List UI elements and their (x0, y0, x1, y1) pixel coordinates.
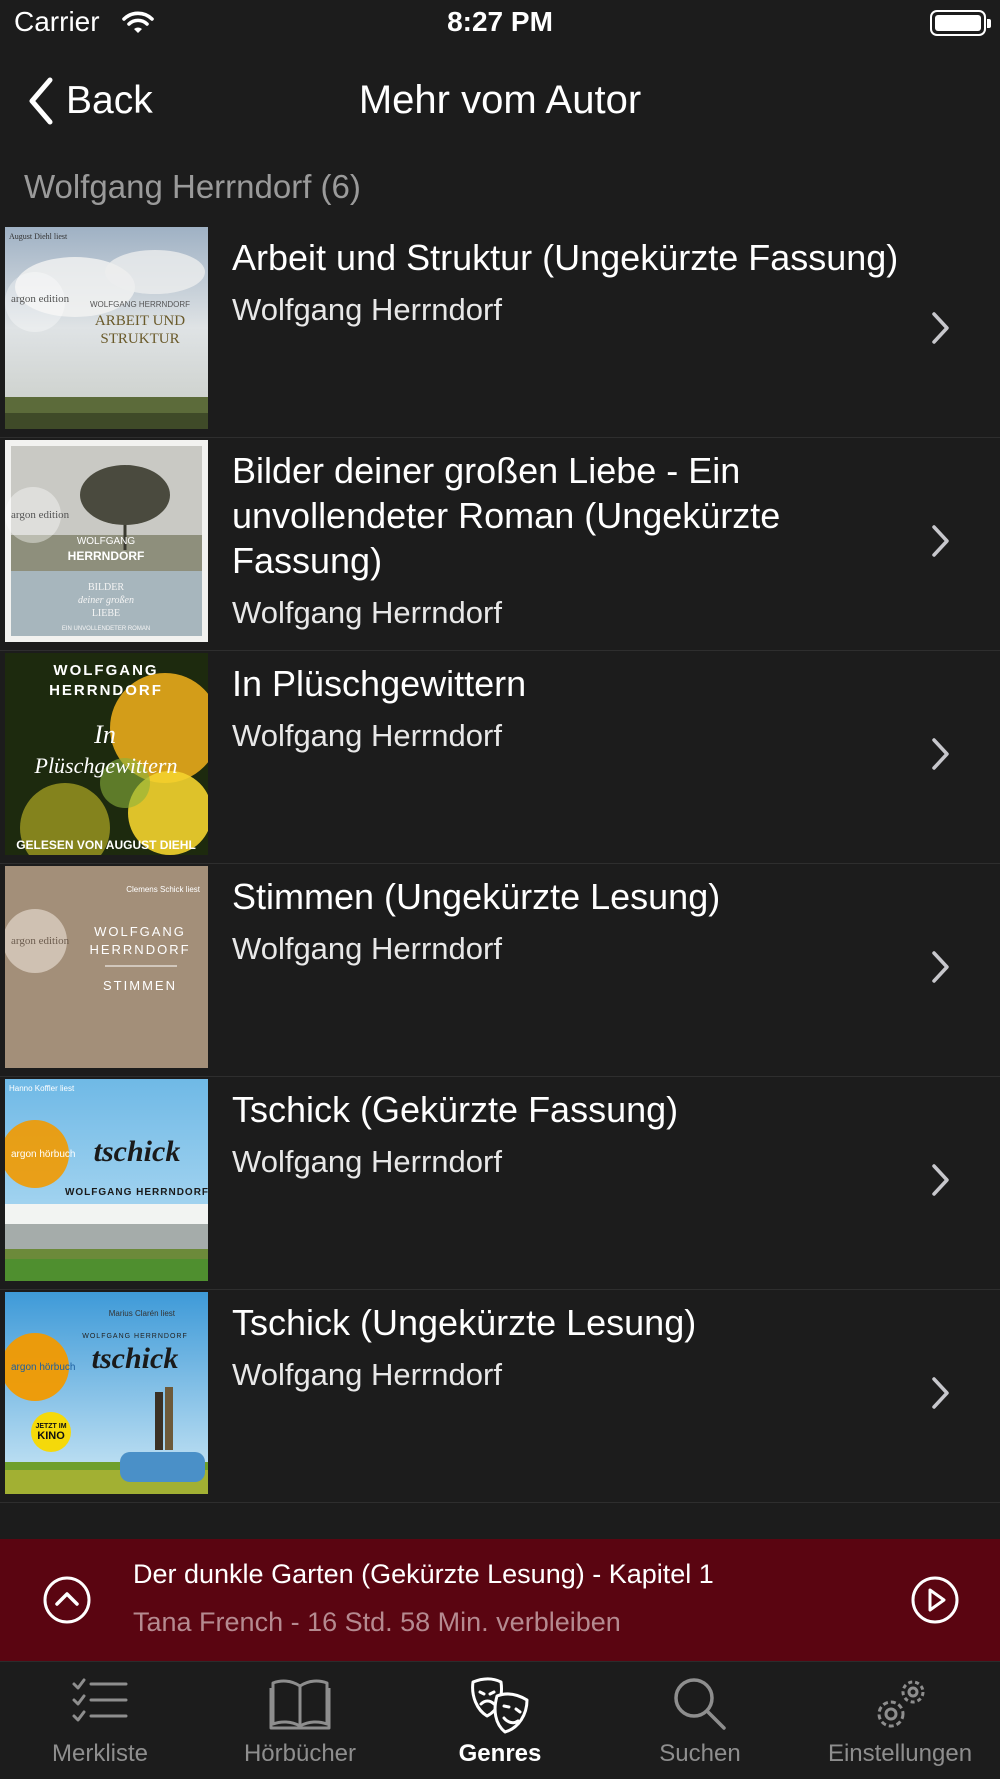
cover-publisher: argon edition (11, 935, 70, 947)
cover-narrator: August Diehl liest (9, 232, 68, 241)
cover-title: STIMMEN (103, 978, 177, 993)
search-icon (674, 1678, 726, 1730)
cover-author: WOLFGANG HERRNDORF (90, 300, 190, 309)
chevron-right-icon (932, 1377, 949, 1409)
gears-icon (877, 1680, 925, 1728)
cover-author: WOLFGANG HERRNDORF (65, 1187, 208, 1198)
cover-reader: GELESEN VON AUGUST DIEHL (16, 838, 196, 852)
cover-author-line2: HERRNDORF (89, 942, 190, 957)
cover-author-line2: HERRNDORF (68, 549, 145, 563)
tab-hoerbuecher[interactable]: Hörbücher (200, 1662, 400, 1779)
book-cover: August Diehl liest argon edition WOLFGAN… (5, 227, 208, 429)
section-header: Wolfgang Herrndorf (6) (24, 168, 361, 205)
play-button[interactable] (910, 1575, 960, 1625)
book-author: Wolfgang Herrndorf (232, 1144, 502, 1179)
tab-merkliste[interactable]: Merkliste (0, 1662, 200, 1779)
tab-label: Suchen (659, 1740, 741, 1767)
cover-title-line1: In (93, 720, 116, 749)
cover-publisher: argon hörbuch (11, 1362, 76, 1373)
chevron-right-icon (932, 951, 949, 983)
cover-title-line1: BILDER (88, 582, 124, 593)
cover-title-line3: LIEBE (92, 608, 120, 619)
book-cover: argon edition WOLFGANG HERRNDORF BILDER … (5, 440, 208, 642)
tab-einstellungen[interactable]: Einstellungen (800, 1662, 1000, 1779)
book-row[interactable]: August Diehl liest argon edition WOLFGAN… (0, 225, 1000, 438)
book-row[interactable]: argon edition WOLFGANG HERRNDORF BILDER … (0, 438, 1000, 651)
cover-narrator: Marius Clarén liest (109, 1309, 176, 1318)
cover-author-line1: WOLFGANG (77, 536, 136, 547)
cover-title: tschick (94, 1135, 181, 1168)
tab-label: Einstellungen (827, 1740, 973, 1767)
book-cover: Hanno Koffler liest argon hörbuch tschic… (5, 1079, 208, 1281)
chevron-right-icon (932, 738, 949, 770)
book-cover: Clemens Schick liest argon edition WOLFG… (5, 866, 208, 1068)
cover-author-line1: WOLFGANG (53, 662, 158, 679)
book-row[interactable]: Hanno Koffler liest argon hörbuch tschic… (0, 1077, 1000, 1290)
cover-narrator: Clemens Schick liest (126, 885, 201, 894)
book-title: Tschick (Gekürzte Fassung) (232, 1089, 679, 1130)
now-playing-subtitle: Tana French - 16 Std. 58 Min. verbleiben (133, 1607, 621, 1637)
book-title: In Plüschgewittern (232, 663, 527, 704)
cover-publisher: argon hörbuch (11, 1149, 76, 1160)
back-label: Back (66, 79, 153, 122)
cover-publisher: argon edition (11, 509, 70, 521)
tab-label: Hörbücher (243, 1740, 357, 1767)
book-row[interactable]: Marius Clarén liest argon hörbuch WOLFGA… (0, 1290, 1000, 1503)
status-bar: Carrier 8:27 PM (0, 0, 1000, 50)
clock: 8:27 PM (447, 6, 553, 37)
cover-title: tschick (92, 1342, 179, 1375)
chevron-right-icon (932, 312, 949, 344)
battery-icon (930, 10, 991, 36)
cover-title-line2: deiner großen (78, 595, 134, 606)
cover-title-line2: Plüschgewittern (34, 753, 178, 778)
chevron-up-circle-icon (43, 1576, 91, 1624)
book-author: Wolfgang Herrndorf (232, 931, 502, 966)
cover-publisher: argon edition (11, 293, 70, 305)
book-title: Bilder deiner großen Liebe - Ein unvolle… (232, 450, 781, 581)
book-title: Stimmen (Ungekürzte Lesung) (232, 876, 721, 917)
book-cover: WOLFGANG HERRNDORF In Plüschgewittern GE… (5, 653, 208, 855)
expand-player-button[interactable] (42, 1575, 92, 1625)
book-title: Tschick (Ungekürzte Lesung) (232, 1302, 697, 1343)
list-icon (72, 1678, 128, 1722)
cover-badge-line2: KINO (37, 1430, 65, 1442)
theater-masks-icon (471, 1677, 529, 1734)
cover-narrator: Hanno Koffler liest (9, 1084, 75, 1093)
book-author: Wolfgang Herrndorf (232, 595, 502, 630)
book-list: August Diehl liest argon edition WOLFGAN… (0, 225, 1000, 1503)
cover-title-line1: ARBEIT UND (95, 313, 185, 329)
tab-suchen[interactable]: Suchen (600, 1662, 800, 1779)
book-row[interactable]: WOLFGANG HERRNDORF In Plüschgewittern GE… (0, 651, 1000, 864)
tab-bar: Merkliste Hörbücher Genres Suchen Einste… (0, 1661, 1000, 1779)
book-cover: Marius Clarén liest argon hörbuch WOLFGA… (5, 1292, 208, 1494)
cover-badge-line1: JETZT IM (35, 1423, 66, 1430)
cover-subtitle: EIN UNVOLLENDETER ROMAN (62, 626, 150, 632)
tab-label: Merkliste (51, 1740, 148, 1767)
book-icon (269, 1679, 331, 1730)
play-circle-icon (911, 1576, 959, 1624)
book-author: Wolfgang Herrndorf (232, 1357, 502, 1392)
chevron-right-icon (932, 525, 949, 557)
now-playing-title: Der dunkle Garten (Gekürzte Lesung) - Ka… (133, 1559, 714, 1589)
navigation-bar: Back Mehr vom Autor (0, 50, 1000, 150)
cover-author-line1: WOLFGANG (94, 924, 186, 939)
chevron-right-icon (932, 1164, 949, 1196)
chevron-left-icon (29, 77, 53, 125)
book-title: Arbeit und Struktur (Ungekürzte Fassung) (232, 237, 899, 278)
book-author: Wolfgang Herrndorf (232, 718, 502, 753)
now-playing-bar[interactable]: Der dunkle Garten (Gekürzte Lesung) - Ka… (0, 1539, 1000, 1661)
book-author: Wolfgang Herrndorf (232, 292, 502, 327)
cover-title-line2: STRUKTUR (100, 331, 179, 347)
tab-genres[interactable]: Genres (400, 1662, 600, 1779)
cover-author-line2: HERRNDORF (49, 682, 163, 699)
tab-label: Genres (458, 1740, 542, 1767)
book-row[interactable]: Clemens Schick liest argon edition WOLFG… (0, 864, 1000, 1077)
cover-author: WOLFGANG HERRNDORF (82, 1333, 188, 1340)
back-button[interactable]: Back (28, 75, 153, 127)
